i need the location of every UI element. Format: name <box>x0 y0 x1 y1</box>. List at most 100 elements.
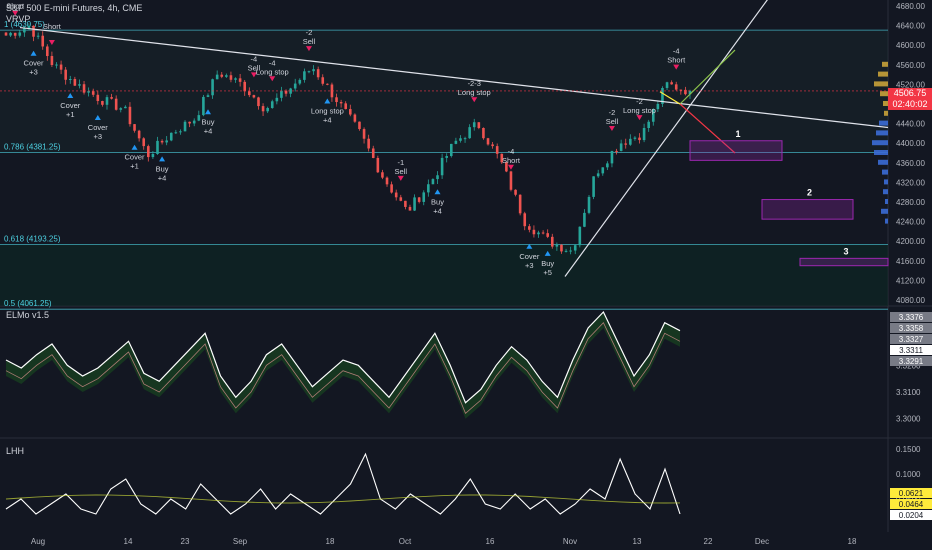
candle-body <box>156 140 159 154</box>
candle-body <box>321 77 325 84</box>
candle-body <box>133 124 136 131</box>
elmo-band <box>6 312 680 419</box>
candle-body <box>459 138 462 141</box>
candle-body <box>261 106 265 112</box>
candle-body <box>220 74 224 77</box>
candle-body <box>523 213 527 227</box>
candle-body <box>335 97 338 103</box>
time-axis-tick: 16 <box>486 537 495 546</box>
candle-body <box>4 32 8 36</box>
candle-body <box>670 82 673 85</box>
candle-body <box>303 71 306 80</box>
candle-body <box>624 143 628 145</box>
fib-level-label: 0.786 (4381.25) <box>4 142 61 151</box>
elmo-axis-tick: 3.3100 <box>896 388 921 397</box>
fib-level-label: 0.5 (4061.25) <box>4 299 52 308</box>
signal-label: Long stop <box>458 88 491 97</box>
lhh-title[interactable]: LHH <box>6 446 24 456</box>
signal-label: Cover <box>60 101 81 110</box>
volume-profile-bar <box>874 150 888 155</box>
candle-body <box>587 196 591 213</box>
candle-body <box>642 128 646 141</box>
candle-body <box>128 106 132 125</box>
candle-body <box>165 140 168 143</box>
candle-body <box>417 197 421 202</box>
candle-body <box>82 84 86 93</box>
lhh-axis-tick: 0.1000 <box>896 470 921 479</box>
candle-body <box>87 91 90 93</box>
signal-label: Sell <box>303 37 316 46</box>
candle-body <box>312 69 315 72</box>
candle-body <box>339 102 343 104</box>
signal-label: Buy <box>202 117 215 126</box>
candle-body <box>390 184 393 193</box>
candle-body <box>541 232 545 234</box>
candle-body <box>151 153 155 158</box>
candle-body <box>491 144 494 147</box>
candle-body <box>147 146 150 158</box>
signal-label: -4 <box>508 147 515 156</box>
candle-body <box>468 127 471 139</box>
candle-body <box>252 95 256 98</box>
volume-profile-bar <box>885 218 888 224</box>
candle-body <box>647 121 650 129</box>
vrvp-indicator-label[interactable]: VRVP <box>6 14 30 24</box>
candle-body <box>569 250 572 252</box>
signal-label: Long stop <box>311 107 344 116</box>
signal-label: +5 <box>543 268 552 277</box>
signal-label: Buy <box>156 164 169 173</box>
signal-label: Short <box>502 156 521 165</box>
candle-body <box>583 212 586 227</box>
candle-body <box>413 197 416 211</box>
signal-label: Buy <box>541 259 554 268</box>
time-axis-tick: 18 <box>326 537 335 546</box>
signal-label: +1 <box>130 162 139 171</box>
candle-body <box>629 138 632 145</box>
candle-body <box>13 32 17 36</box>
buy-signal-arrow <box>434 189 441 195</box>
time-axis-tick: 13 <box>633 537 642 546</box>
elmo-title[interactable]: ELMo v1.5 <box>6 310 49 320</box>
signal-label: -4 <box>251 54 258 63</box>
candle-body <box>578 226 582 246</box>
candle-body <box>9 32 12 36</box>
price-axis-tick: 4560.00 <box>896 61 925 70</box>
time-axis-tick: Nov <box>563 537 577 546</box>
candle-body <box>555 244 559 247</box>
elmo-axis-tick: 3.3000 <box>896 415 921 424</box>
candle-body <box>326 83 329 85</box>
candle-body <box>101 101 104 105</box>
scenario-box-label: 3 <box>843 246 848 256</box>
price-axis-tick: 4600.00 <box>896 41 925 50</box>
candle-body <box>174 132 178 134</box>
chart-canvas[interactable]: 1 (4630.75)0.786 (4381.25)0.618 (4193.25… <box>0 0 932 550</box>
candle-body <box>596 173 600 177</box>
signal-label: Sell <box>606 117 619 126</box>
candle-body <box>137 130 141 139</box>
time-axis-tick: Aug <box>31 537 45 546</box>
signal-label: Cover <box>519 252 540 261</box>
candle-body <box>665 82 669 88</box>
candle-body <box>394 192 398 198</box>
candle-body <box>509 171 513 190</box>
candle-body <box>36 35 40 37</box>
signal-label: +3 <box>29 68 38 77</box>
signal-label: Short <box>43 22 62 31</box>
signal-label: -2-3 <box>468 79 481 88</box>
buy-signal-arrow <box>159 156 166 162</box>
time-axis-tick: Dec <box>755 537 769 546</box>
candle-body <box>275 97 279 102</box>
candle-body <box>316 69 320 78</box>
candle-body <box>41 35 45 47</box>
fib-level-label: 0.618 (4193.25) <box>4 235 61 244</box>
sell-signal-arrow <box>507 164 514 170</box>
volume-profile-bar <box>881 208 888 214</box>
candle-body <box>684 89 687 95</box>
price-axis-tick: 4160.00 <box>896 257 925 266</box>
volume-profile-bar <box>879 120 888 126</box>
candle-body <box>243 81 247 92</box>
candle-body <box>518 194 522 214</box>
price-axis-tick: 4680.00 <box>896 2 925 11</box>
price-axis-tick: 4200.00 <box>896 237 925 246</box>
signal-label: Short <box>667 56 686 65</box>
